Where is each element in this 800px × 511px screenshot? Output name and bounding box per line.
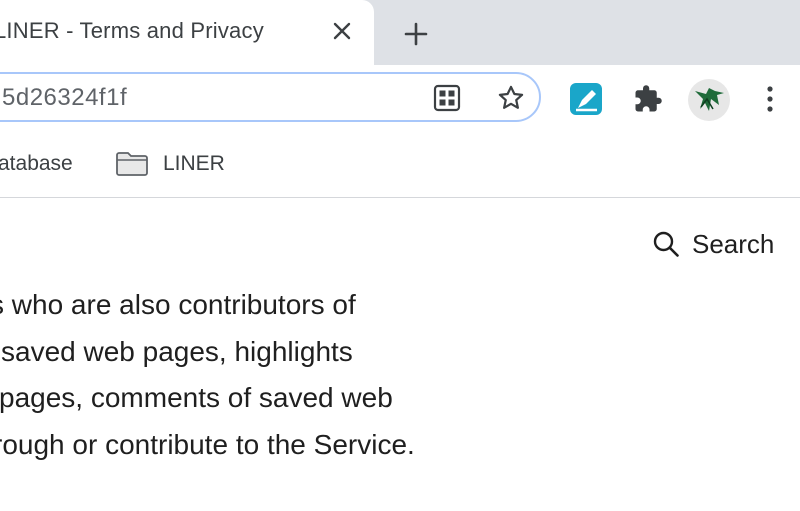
- qr-code-button[interactable]: [432, 83, 462, 113]
- browser-menu-button[interactable]: [752, 81, 788, 117]
- qr-code-icon: [433, 84, 461, 112]
- bookmark-folder-liner[interactable]: LINER: [115, 148, 225, 180]
- folder-icon: [116, 152, 148, 176]
- bookmarks-bar: atabase LINER: [0, 135, 800, 198]
- paragraph-line: s who are also contributors of: [0, 289, 356, 320]
- extensions-button[interactable]: [630, 81, 666, 117]
- tab-strip: LINER - Terms and Privacy: [0, 0, 800, 65]
- browser-toolbar: 5d26324f1f: [0, 65, 800, 135]
- close-icon: [333, 22, 351, 40]
- profile-avatar[interactable]: [688, 79, 730, 121]
- more-vert-icon: [767, 86, 773, 112]
- paragraph-line: pages, comments of saved web: [0, 382, 393, 413]
- liner-logo-icon: [570, 83, 602, 115]
- search-button[interactable]: Search: [652, 227, 774, 261]
- address-bar[interactable]: 5d26324f1f: [0, 72, 541, 122]
- page-content: Search s who are also contributors of sa…: [0, 198, 800, 511]
- search-label: Search: [692, 228, 775, 259]
- bookmark-label: atabase: [0, 152, 73, 175]
- url-text[interactable]: 5d26324f1f: [2, 84, 127, 112]
- avatar-icon: [695, 88, 724, 111]
- bookmark-database[interactable]: atabase: [0, 148, 73, 180]
- tab-title: LINER - Terms and Privacy: [0, 18, 264, 43]
- terms-paragraph: s who are also contributors of saved web…: [0, 282, 800, 468]
- active-tab[interactable]: LINER - Terms and Privacy: [0, 0, 374, 65]
- new-tab-button[interactable]: [398, 16, 434, 52]
- puzzle-icon: [635, 85, 662, 112]
- star-icon: [498, 85, 524, 109]
- close-tab-button[interactable]: [327, 16, 357, 46]
- paragraph-line: saved web pages, highlights: [1, 335, 353, 367]
- bookmark-label: LINER: [163, 152, 225, 175]
- paragraph-line: rough or contribute to the Service.: [0, 428, 415, 460]
- bookmark-star-button[interactable]: [496, 83, 526, 113]
- plus-icon: [404, 22, 428, 46]
- liner-extension-button[interactable]: [568, 81, 604, 117]
- search-icon: [653, 231, 679, 257]
